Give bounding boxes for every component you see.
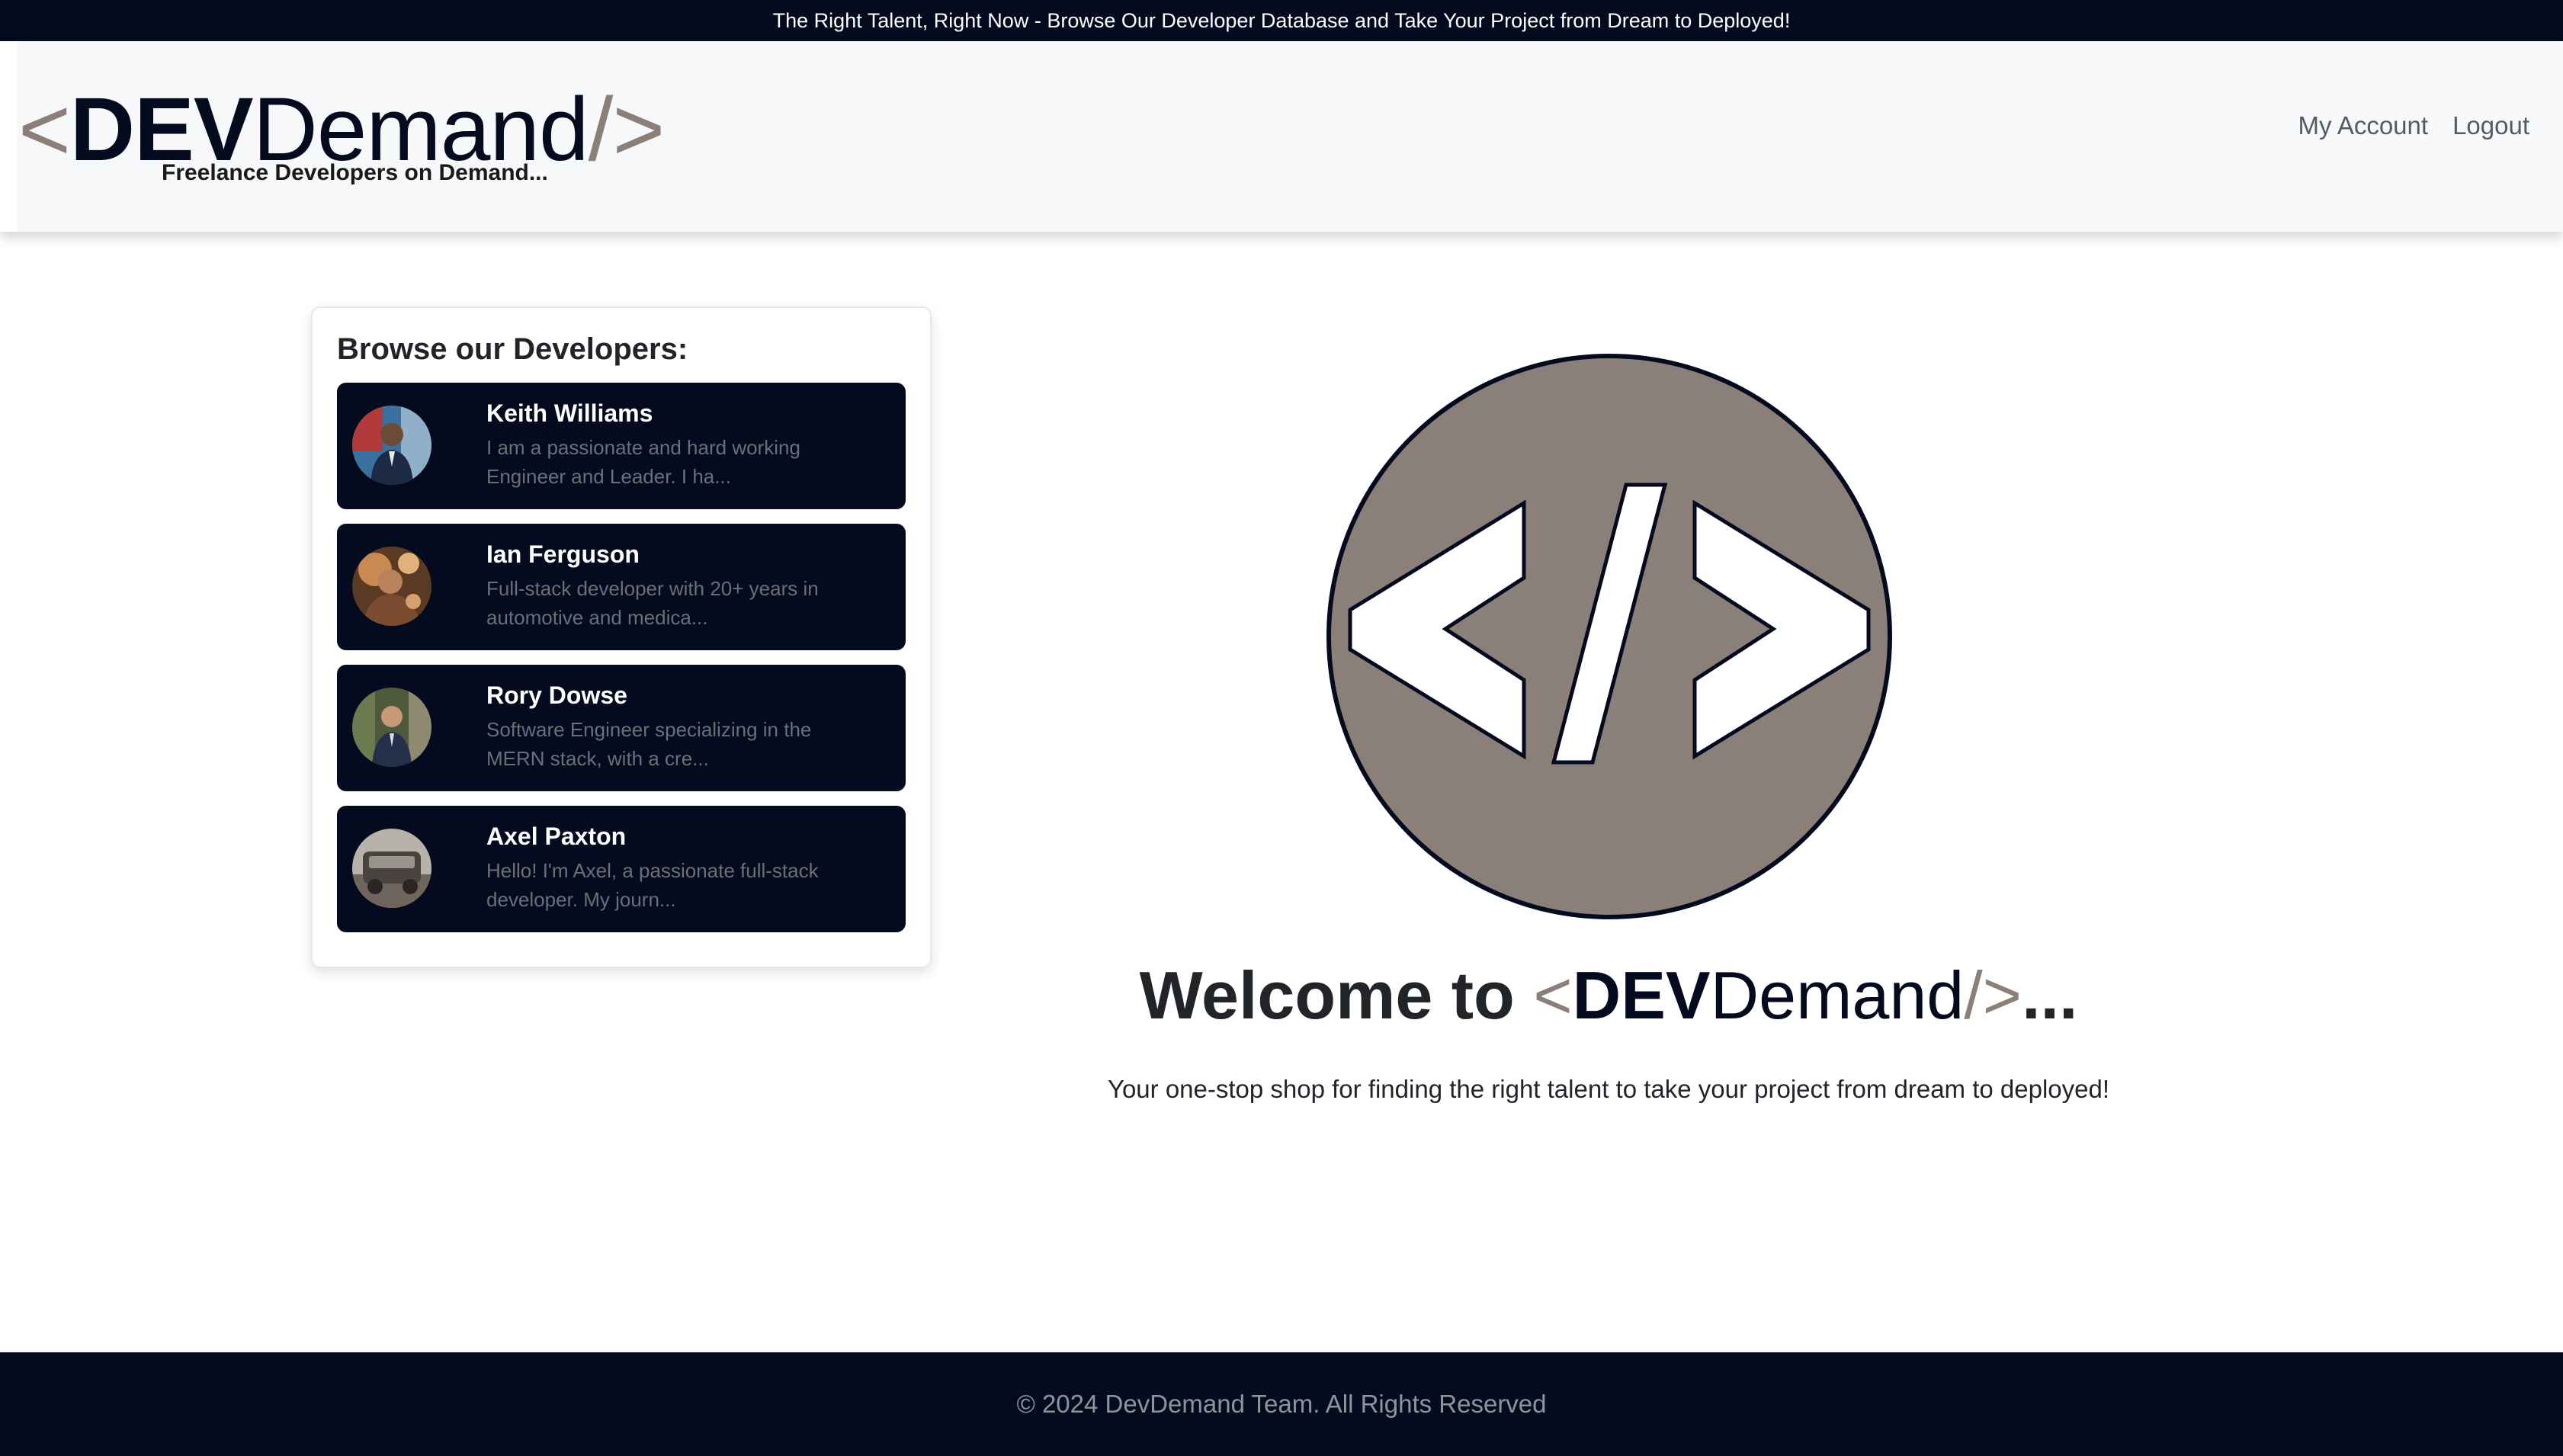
my-account-link[interactable]: My Account: [2298, 111, 2428, 140]
welcome-demand: Demand: [1710, 957, 1965, 1033]
brand-tagline: Freelance Developers on Demand...: [162, 160, 548, 185]
logo-open-bracket: <: [18, 79, 71, 180]
site-footer: © 2024 DevDemand Team. All Rights Reserv…: [0, 1352, 2563, 1456]
code-brackets-icon: [1323, 351, 1895, 926]
welcome-heading: Welcome to <DEVDemand/>...: [0, 956, 2563, 1035]
logo-close-bracket: />: [588, 79, 666, 180]
developer-browser-card: Browse our Developers: Keith Williams I …: [311, 306, 932, 968]
avatar: [352, 829, 431, 908]
developer-card[interactable]: Ian Ferguson Full-stack developer with 2…: [337, 524, 906, 650]
developer-card[interactable]: Keith Williams I am a passionate and har…: [337, 383, 906, 509]
developer-description: I am a passionate and hard working Engin…: [486, 436, 800, 488]
developer-name: Rory Dowse: [486, 681, 627, 709]
copyright-text: © 2024 DevDemand Team. All Rights Reserv…: [1016, 1390, 1547, 1418]
logout-link[interactable]: Logout: [2452, 111, 2529, 140]
developer-description: Full-stack developer with 20+ years in a…: [486, 577, 819, 629]
hero-subtext: Your one-stop shop for finding the right…: [1107, 1075, 2110, 1103]
developer-card[interactable]: Rory Dowse Software Engineer specializin…: [337, 665, 906, 791]
announcement-bar: The Right Talent, Right Now - Browse Our…: [0, 0, 2563, 41]
top-nav: My Account Logout: [2298, 111, 2529, 140]
header-edge: [0, 41, 17, 232]
welcome-prefix: Welcome to: [1139, 957, 1515, 1033]
announcement-text: The Right Talent, Right Now - Browse Our…: [772, 8, 1791, 32]
developer-name: Axel Paxton: [486, 823, 627, 850]
avatar: [352, 688, 431, 767]
browse-title: Browse our Developers:: [337, 332, 688, 366]
site-header: <DEVDemand/> Freelance Developers on Dem…: [0, 41, 2563, 232]
developer-name: Keith Williams: [486, 399, 653, 427]
developer-name: Ian Ferguson: [486, 540, 640, 568]
welcome-close-bracket: />: [1964, 957, 2022, 1033]
developer-description: Software Engineer specializing in the ME…: [486, 718, 812, 770]
avatar: [352, 547, 431, 626]
developer-description: Hello! I'm Axel, a passionate full-stack…: [486, 859, 819, 911]
welcome-dev: DEV: [1572, 957, 1711, 1033]
welcome-open-bracket: <: [1533, 957, 1573, 1033]
avatar: [352, 406, 431, 485]
developer-card[interactable]: Axel Paxton Hello! I'm Axel, a passionat…: [337, 806, 906, 932]
welcome-ellipsis: ...: [2022, 957, 2078, 1033]
